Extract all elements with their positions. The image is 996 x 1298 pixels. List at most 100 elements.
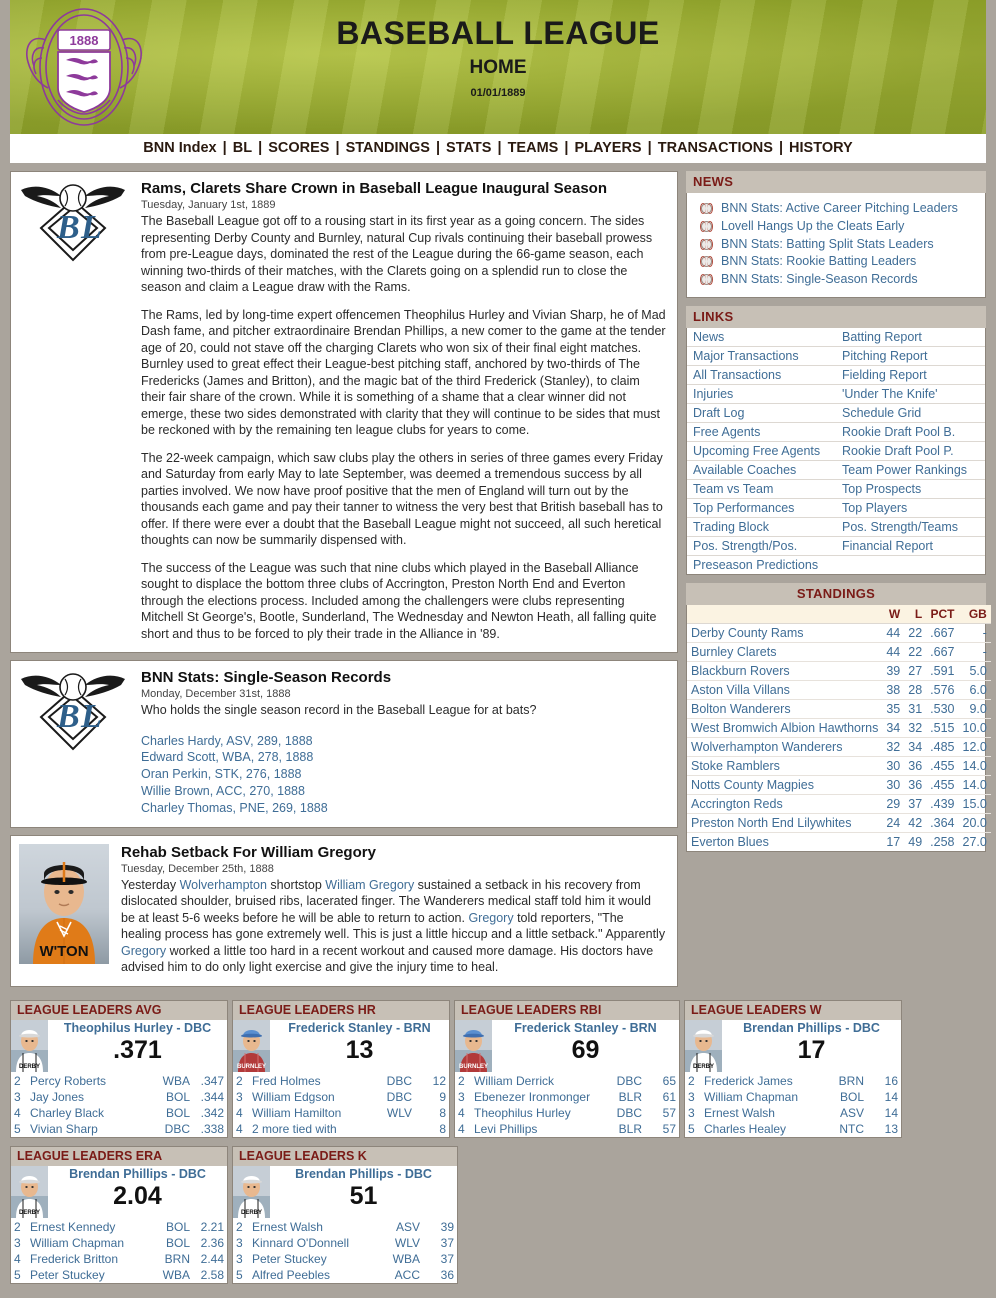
article-title[interactable]: BNN Stats: Single-Season Records xyxy=(141,669,667,687)
standings-team-name[interactable]: Preston North End Lilywhites xyxy=(687,813,883,833)
link-team-power-rankings[interactable]: Team Power Rankings xyxy=(836,460,985,480)
leader-player-name[interactable]: Charles Healey xyxy=(701,1121,827,1137)
inline-link[interactable]: Wolverhampton xyxy=(180,878,267,892)
nav-item-bl[interactable]: BL xyxy=(233,140,252,156)
nav-item-standings[interactable]: STANDINGS xyxy=(346,140,430,156)
record-line[interactable]: Oran Perkin, STK, 276, 1888 xyxy=(141,766,667,783)
link-pos-strength-pos-[interactable]: Pos. Strength/Pos. xyxy=(687,536,836,556)
record-line[interactable]: Edward Scott, WBA, 278, 1888 xyxy=(141,749,667,766)
league-leaders-row: 2 Frederick James BRN 16 xyxy=(685,1073,901,1089)
link-top-prospects[interactable]: Top Prospects xyxy=(836,479,985,499)
leader-player-name[interactable]: Ernest Kennedy xyxy=(27,1219,152,1235)
nav-item-teams[interactable]: TEAMS xyxy=(508,140,559,156)
link-financial-report[interactable]: Financial Report xyxy=(836,536,985,556)
leader-team-code: DBC xyxy=(386,1089,412,1104)
link-top-players[interactable]: Top Players xyxy=(836,498,985,518)
standings-team-name[interactable]: Aston Villa Villans xyxy=(687,680,883,700)
main-navigation[interactable]: BNN Index | BL | SCORES | STANDINGS | ST… xyxy=(10,134,986,163)
nav-item-scores[interactable]: SCORES xyxy=(268,140,329,156)
leader-player-name[interactable]: 2 more tied with xyxy=(249,1121,374,1137)
link-available-coaches[interactable]: Available Coaches xyxy=(687,460,836,480)
leader-name[interactable]: Brendan Phillips - DBC xyxy=(270,1167,457,1182)
leader-name[interactable]: Brendan Phillips - DBC xyxy=(48,1167,227,1182)
link-pitching-report[interactable]: Pitching Report xyxy=(836,346,985,366)
leader-name[interactable]: Frederick Stanley - BRN xyxy=(492,1021,679,1036)
link-preseason-predictions[interactable]: Preseason Predictions xyxy=(687,555,836,574)
article-title[interactable]: Rehab Setback For William Gregory xyxy=(121,844,667,862)
news-item[interactable]: Lovell Hangs Up the Cleats Early xyxy=(700,218,977,235)
league-leaders-top: BURNLEY Frederick Stanley - BRN 13 xyxy=(233,1019,449,1072)
leader-player-name[interactable]: Alfred Peebles xyxy=(249,1267,380,1283)
link--under-the-knife-[interactable]: 'Under The Knife' xyxy=(836,384,985,404)
standings-team-name[interactable]: Burnley Clarets xyxy=(687,642,883,662)
link-upcoming-free-agents[interactable]: Upcoming Free Agents xyxy=(687,441,836,461)
news-item[interactable]: BNN Stats: Single-Season Records xyxy=(700,271,977,288)
news-item[interactable]: BNN Stats: Batting Split Stats Leaders xyxy=(700,236,977,253)
inline-link[interactable]: William Gregory xyxy=(325,878,414,892)
standings-team-name[interactable]: Everton Blues xyxy=(687,832,882,851)
leader-name[interactable]: Frederick Stanley - BRN xyxy=(270,1021,449,1036)
standings-team-name[interactable]: Derby County Rams xyxy=(687,623,883,643)
standings-team-name[interactable]: Accrington Reds xyxy=(687,794,883,814)
news-item[interactable]: BNN Stats: Active Career Pitching Leader… xyxy=(700,200,977,217)
standings-team-name[interactable]: West Bromwich Albion Hawthorns xyxy=(687,718,883,738)
leader-name[interactable]: Theophilus Hurley - DBC xyxy=(48,1021,227,1036)
standings-team-name[interactable]: Wolverhampton Wanderers xyxy=(687,737,883,757)
leader-info: Frederick Stanley - BRN 69 xyxy=(492,1020,679,1072)
article-question: Who holds the single season record in th… xyxy=(141,703,537,717)
leader-player-name[interactable]: Ernest Walsh xyxy=(701,1105,827,1121)
leader-player-name[interactable]: William Edgson xyxy=(249,1089,374,1105)
link-rookie-draft-pool-p-[interactable]: Rookie Draft Pool P. xyxy=(836,441,985,461)
leader-player-name[interactable]: Levi Phillips xyxy=(471,1121,609,1137)
link-team-vs-team[interactable]: Team vs Team xyxy=(687,479,836,499)
leader-player-name[interactable]: William Chapman xyxy=(701,1089,827,1105)
standings-team-name[interactable]: Notts County Magpies xyxy=(687,775,883,795)
link-all-transactions[interactable]: All Transactions xyxy=(687,365,836,385)
leader-player-name[interactable]: Vivian Sharp xyxy=(27,1121,145,1137)
link-news[interactable]: News xyxy=(687,327,836,347)
link-major-transactions[interactable]: Major Transactions xyxy=(687,346,836,366)
leader-player-name[interactable]: Percy Roberts xyxy=(27,1073,145,1089)
link-schedule-grid[interactable]: Schedule Grid xyxy=(836,403,985,423)
nav-item-stats[interactable]: STATS xyxy=(446,140,491,156)
link-pos-strength-teams[interactable]: Pos. Strength/Teams xyxy=(836,517,985,537)
nav-item-transactions[interactable]: TRANSACTIONS xyxy=(658,140,773,156)
leader-player-name[interactable]: Frederick James xyxy=(701,1073,827,1089)
news-item[interactable]: BNN Stats: Rookie Batting Leaders xyxy=(700,253,977,270)
leader-player-name[interactable]: William Chapman xyxy=(27,1235,152,1251)
link-batting-report[interactable]: Batting Report xyxy=(836,327,985,347)
link-fielding-report[interactable]: Fielding Report xyxy=(836,365,985,385)
leader-player-name[interactable]: Charley Black xyxy=(27,1105,145,1121)
record-line[interactable]: Willie Brown, ACC, 270, 1888 xyxy=(141,783,667,800)
leader-player-name[interactable]: Peter Stuckey xyxy=(27,1267,152,1283)
link-draft-log[interactable]: Draft Log xyxy=(687,403,836,423)
link-free-agents[interactable]: Free Agents xyxy=(687,422,836,442)
leader-name[interactable]: Brendan Phillips - DBC xyxy=(722,1021,901,1036)
leader-player-name[interactable]: Ernest Walsh xyxy=(249,1219,380,1235)
nav-item-history[interactable]: HISTORY xyxy=(789,140,853,156)
record-line[interactable]: Charles Hardy, ASV, 289, 1888 xyxy=(141,733,667,750)
link-top-performances[interactable]: Top Performances xyxy=(687,498,836,518)
leader-player-name[interactable]: Ebenezer Ironmonger xyxy=(471,1089,609,1105)
leader-player-name[interactable]: Fred Holmes xyxy=(249,1073,374,1089)
leader-player-name[interactable]: Kinnard O'Donnell xyxy=(249,1235,380,1251)
leader-player-name[interactable]: Peter Stuckey xyxy=(249,1251,380,1267)
link-trading-block[interactable]: Trading Block xyxy=(687,517,836,537)
inline-link[interactable]: Gregory xyxy=(468,911,513,925)
leader-player-name[interactable]: Jay Jones xyxy=(27,1089,145,1105)
article-body: Rams, Clarets Share Crown in Baseball Le… xyxy=(141,180,667,642)
nav-item-bnn-index[interactable]: BNN Index xyxy=(143,140,216,156)
leader-player-name[interactable]: Frederick Britton xyxy=(27,1251,152,1267)
leader-player-name[interactable]: William Derrick xyxy=(471,1073,609,1089)
link-injuries[interactable]: Injuries xyxy=(687,384,836,404)
record-line[interactable]: Charley Thomas, PNE, 269, 1888 xyxy=(141,800,667,817)
standings-team-name[interactable]: Blackburn Rovers xyxy=(687,661,883,681)
standings-team-name[interactable]: Bolton Wanderers xyxy=(687,699,883,719)
standings-team-name[interactable]: Stoke Ramblers xyxy=(687,756,883,776)
link-rookie-draft-pool-b-[interactable]: Rookie Draft Pool B. xyxy=(836,422,985,442)
inline-link[interactable]: Gregory xyxy=(121,944,166,958)
leader-player-name[interactable]: Theophilus Hurley xyxy=(471,1105,609,1121)
leader-player-name[interactable]: William Hamilton xyxy=(249,1105,374,1121)
article-title[interactable]: Rams, Clarets Share Crown in Baseball Le… xyxy=(141,180,667,198)
nav-item-players[interactable]: PLAYERS xyxy=(574,140,641,156)
